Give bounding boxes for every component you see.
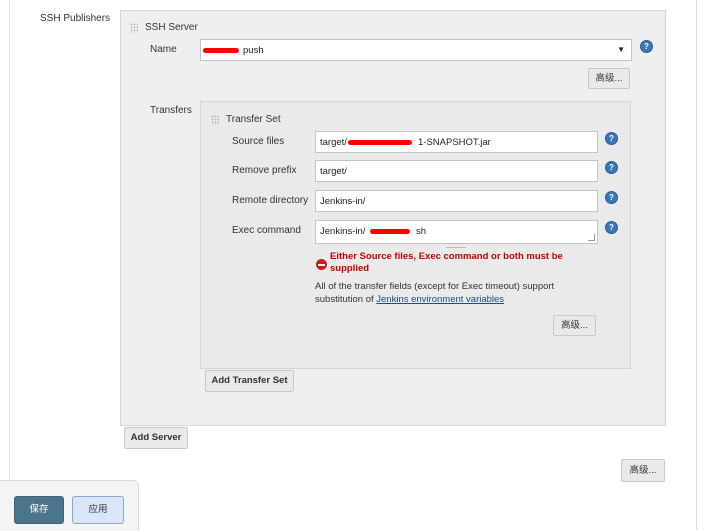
help-icon[interactable]: ? xyxy=(605,132,618,145)
drag-grip-icon[interactable] xyxy=(211,115,219,125)
ssh-server-title: SSH Server xyxy=(145,22,198,33)
remote-directory-input[interactable]: Jenkins-in/ xyxy=(315,190,598,212)
exec-command-label: Exec command xyxy=(232,225,301,236)
transfer-info-text: All of the transfer fields (except for E… xyxy=(315,280,595,306)
source-files-input[interactable]: target/ 1-SNAPSHOT.jar xyxy=(315,131,598,153)
transfer-advanced-button[interactable]: 高级... xyxy=(553,315,596,336)
server-name-value: push xyxy=(243,45,264,56)
help-icon[interactable]: ? xyxy=(605,191,618,204)
exec-command-textarea[interactable]: Jenkins-in/ sh xyxy=(315,220,598,244)
validation-error: Either Source files, Exec command or bot… xyxy=(330,251,563,274)
add-server-button[interactable]: Add Server xyxy=(124,427,188,449)
add-transfer-set-button[interactable]: Add Transfer Set xyxy=(205,370,294,392)
page-left-border xyxy=(9,0,10,530)
exec-command-prefix: Jenkins-in/ xyxy=(320,226,366,237)
source-files-label: Source files xyxy=(232,136,285,147)
transfer-set-title: Transfer Set xyxy=(226,114,281,125)
redaction-mark xyxy=(348,140,412,145)
name-label: Name xyxy=(150,44,177,55)
chevron-down-icon: ▼ xyxy=(617,45,625,54)
redaction-mark xyxy=(370,229,410,234)
exec-command-suffix: sh xyxy=(416,226,427,237)
drag-grip-icon[interactable] xyxy=(130,23,138,33)
apply-button[interactable]: 应用 xyxy=(72,496,124,524)
transfers-label: Transfers xyxy=(150,105,192,116)
remove-prefix-label: Remove prefix xyxy=(232,165,297,176)
remote-directory-label: Remote directory xyxy=(232,195,309,206)
server-advanced-button[interactable]: 高级... xyxy=(588,68,630,89)
ssh-publishers-label: SSH Publishers xyxy=(40,13,111,24)
page-right-border xyxy=(696,0,697,530)
source-files-value: 1-SNAPSHOT.jar xyxy=(418,137,491,148)
redaction-mark xyxy=(203,48,239,53)
source-files-prefix: target/ xyxy=(320,137,347,148)
server-name-select[interactable]: push ▼ xyxy=(200,39,632,61)
error-icon xyxy=(316,259,327,270)
publisher-advanced-button[interactable]: 高级... xyxy=(621,459,665,482)
save-button[interactable]: 保存 xyxy=(14,496,64,524)
help-icon[interactable]: ? xyxy=(640,40,653,53)
textarea-drag-handle[interactable] xyxy=(446,243,466,248)
help-icon[interactable]: ? xyxy=(605,161,618,174)
help-icon[interactable]: ? xyxy=(605,221,618,234)
jenkins-env-vars-link[interactable]: Jenkins environment variables xyxy=(376,294,504,305)
remove-prefix-input[interactable]: target/ xyxy=(315,160,598,182)
resize-grip-icon[interactable] xyxy=(588,234,595,241)
